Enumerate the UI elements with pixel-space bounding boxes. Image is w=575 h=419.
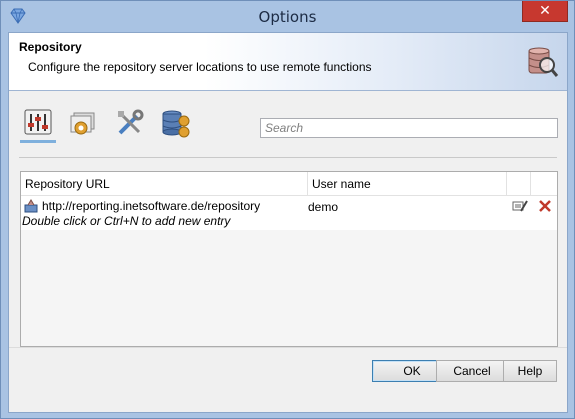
tab-folders[interactable] [65,103,101,143]
table-header: Repository URL User name [21,172,557,196]
window-title: Options [258,8,317,26]
help-button[interactable]: Help [503,360,557,382]
toolbar-divider [19,157,557,158]
search-input[interactable] [260,118,558,138]
page-title: Repository [19,40,82,54]
sliders-icon [24,109,52,134]
cancel-button[interactable]: Cancel [436,360,508,382]
dialog-body: Repository Configure the repository serv… [8,32,568,413]
title-bar[interactable]: Options ✕ [1,1,574,32]
close-button[interactable]: ✕ [522,1,568,22]
repository-icon [24,199,38,213]
tab-general[interactable] [20,103,56,143]
folder-gear-icon [70,112,95,135]
close-icon: ✕ [539,2,551,18]
edit-button[interactable] [512,198,528,214]
url-cell: http://reporting.inetsoftware.de/reposit… [24,199,260,213]
repository-table[interactable]: Repository URL User name http://reportin… [20,171,558,347]
database-gear-icon [162,110,190,138]
repository-search-icon [528,47,559,77]
tools-icon [118,109,144,135]
delete-button[interactable] [537,198,553,214]
page-description: Configure the repository server location… [28,60,372,74]
edit-icon [512,200,528,212]
page-header: Repository Configure the repository serv… [9,33,567,91]
options-toolbar [9,103,567,147]
table-row[interactable]: http://reporting.inetsoftware.de/reposit… [21,196,557,230]
column-header-edit [507,172,531,196]
footer-divider [9,347,567,348]
column-header-user[interactable]: User name [308,172,507,196]
column-header-url[interactable]: Repository URL [21,172,308,196]
options-window: Options ✕ Repository Configure the repos… [0,0,575,419]
tab-database[interactable] [158,103,194,143]
tab-tools[interactable] [112,103,148,143]
repository-url: http://reporting.inetsoftware.de/reposit… [42,199,261,213]
delete-icon [539,200,551,212]
add-entry-hint: Double click or Ctrl+N to add new entry [22,214,231,228]
user-name-cell: demo [308,200,339,214]
